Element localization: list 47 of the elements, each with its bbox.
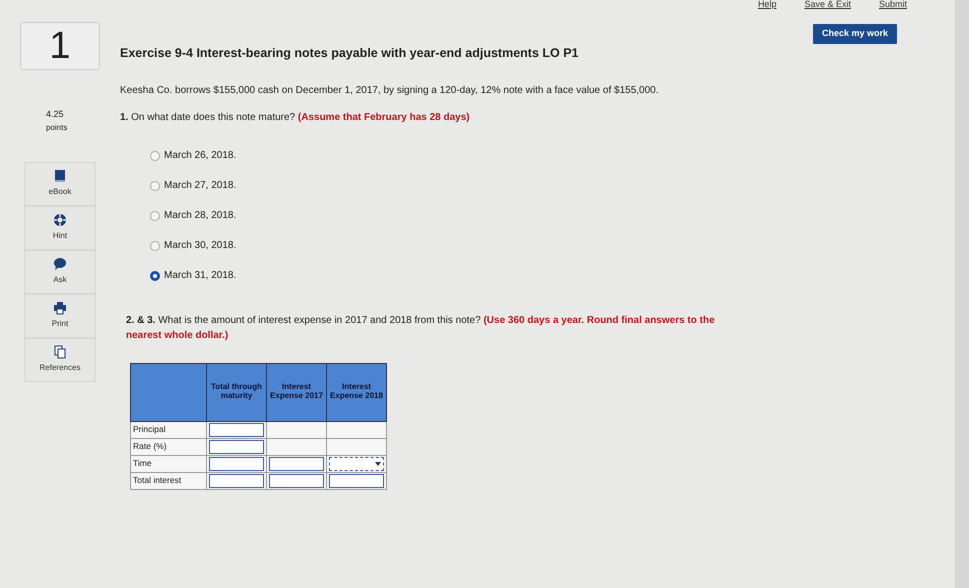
top-nav-link[interactable]: Save & Exit	[804, 0, 851, 8]
row-label: Rate (%)	[130, 438, 206, 456]
row-label: Total interest	[130, 472, 206, 490]
column-header: Interest Expense 2018	[326, 363, 386, 422]
input-field[interactable]	[209, 440, 264, 454]
answer-option[interactable]: March 31, 2018.	[150, 260, 955, 291]
radio-button[interactable]	[150, 180, 160, 191]
lifebuoy-icon	[53, 213, 67, 227]
question-number: 1	[20, 22, 100, 70]
tool-button[interactable]: Hint	[24, 206, 96, 250]
tool-button[interactable]: Ask	[24, 250, 96, 294]
printer-icon	[53, 301, 67, 315]
column-header: Total through maturity	[206, 363, 266, 422]
exercise-title: Exercise 9-4 Interest-bearing notes payable with year-end adjustments LO P1	[120, 45, 578, 62]
answer-option[interactable]: March 26, 2018.	[150, 140, 955, 171]
column-header: Interest Expense 2017	[266, 363, 326, 422]
documents-icon	[53, 345, 67, 359]
answer-option[interactable]: March 27, 2018.	[150, 170, 955, 201]
top-nav-link[interactable]: Help	[758, 0, 776, 8]
row-label: Time	[130, 455, 206, 472]
tool-button[interactable]: References	[24, 338, 96, 382]
intro-text: Keesha Co. borrows $155,000 cash on December 1, 2017, by signing a 120-day, 12% note with a face value of $155,000.	[120, 84, 660, 98]
radio-button[interactable]	[150, 150, 160, 161]
tool-button[interactable]: Print	[24, 294, 96, 338]
input-field[interactable]	[269, 474, 324, 488]
caret-icon	[375, 462, 381, 466]
speech-bubble-icon	[53, 257, 67, 271]
input-field[interactable]	[329, 474, 384, 488]
radio-button[interactable]	[150, 240, 160, 251]
points-label: points	[46, 122, 68, 134]
question-text: 1. On what date does this note mature? (Assume that February has 28 days)	[120, 110, 471, 125]
points-value: 4.25	[46, 108, 65, 121]
input-field[interactable]	[269, 456, 324, 471]
radio-button[interactable]	[150, 270, 160, 281]
check-my-work-button[interactable]: Check my work	[812, 24, 897, 44]
question-text: 2. & 3. What is the amount of interest expense in 2017 and 2018 from this note? (Use 360 days a year. Round final answers to the nearest whole dollar.)	[126, 314, 716, 343]
answer-option[interactable]: March 28, 2018.	[150, 200, 955, 231]
radio-button[interactable]	[150, 210, 160, 221]
dropdown-field[interactable]	[329, 456, 384, 471]
row-label: Principal	[130, 421, 206, 438]
top-nav-link[interactable]: Submit	[878, 0, 907, 8]
input-field[interactable]	[209, 474, 264, 488]
book-icon	[53, 169, 67, 183]
input-field[interactable]	[209, 456, 264, 471]
input-field[interactable]	[209, 422, 264, 437]
answer-option[interactable]: March 30, 2018.	[150, 230, 955, 261]
tool-button[interactable]: eBook	[24, 162, 96, 206]
